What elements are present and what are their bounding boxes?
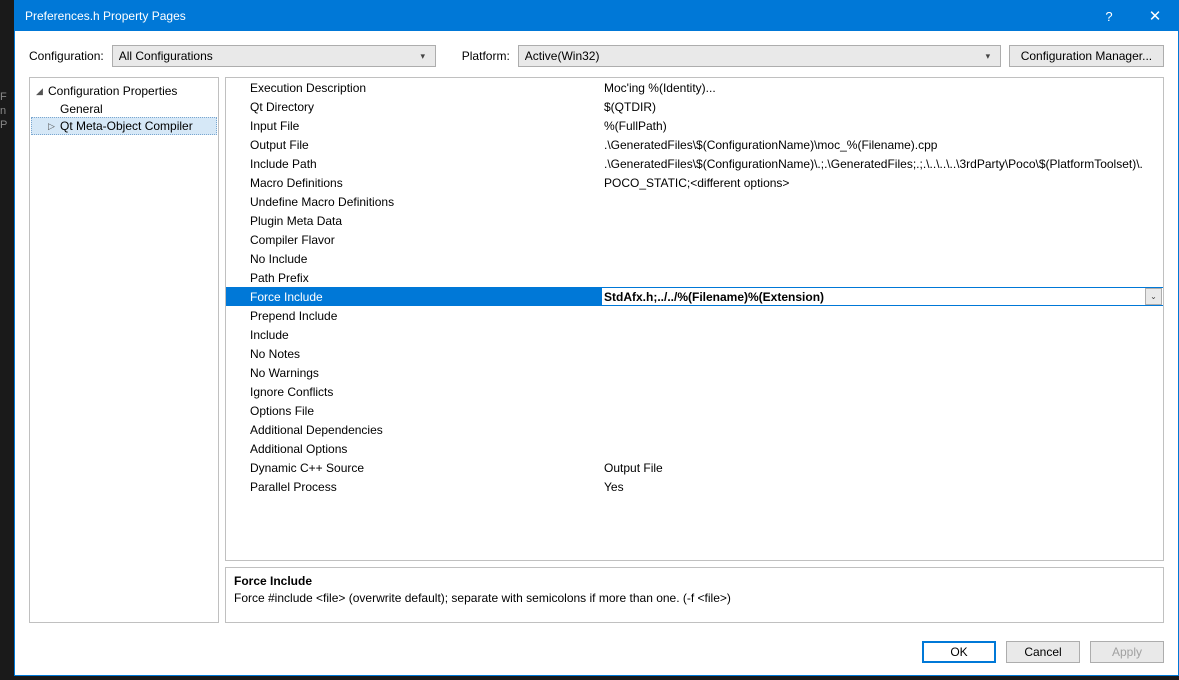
tree-item-qt-moc[interactable]: ▷ Qt Meta-Object Compiler	[31, 117, 217, 135]
property-row[interactable]: Prepend Include	[226, 306, 1163, 325]
property-row[interactable]: Undefine Macro Definitions	[226, 192, 1163, 211]
property-row[interactable]: Parallel ProcessYes	[226, 477, 1163, 496]
expand-icon: ▷	[48, 121, 60, 132]
property-label: Dynamic C++ Source	[226, 461, 602, 475]
property-label: Parallel Process	[226, 480, 602, 494]
property-label: Plugin Meta Data	[226, 214, 602, 228]
button-row: OK Cancel Apply	[15, 633, 1178, 675]
property-row[interactable]: Include Path.\GeneratedFiles\$(Configura…	[226, 154, 1163, 173]
property-label: Include	[226, 328, 602, 342]
property-row[interactable]: Additional Options	[226, 439, 1163, 458]
property-value[interactable]: $(QTDIR)	[602, 100, 1163, 114]
property-label: Compiler Flavor	[226, 233, 602, 247]
platform-label: Platform:	[462, 49, 510, 63]
property-value[interactable]: Output File	[602, 461, 1163, 475]
property-label: No Notes	[226, 347, 602, 361]
property-row[interactable]: Compiler Flavor	[226, 230, 1163, 249]
apply-button[interactable]: Apply	[1090, 641, 1164, 663]
property-label: Ignore Conflicts	[226, 385, 602, 399]
configuration-label: Configuration:	[29, 49, 104, 63]
property-row[interactable]: Path Prefix	[226, 268, 1163, 287]
description-panel: Force Include Force #include <file> (ove…	[225, 567, 1164, 623]
property-row[interactable]: Ignore Conflicts	[226, 382, 1163, 401]
window-title: Preferences.h Property Pages	[25, 9, 1086, 23]
property-label: Input File	[226, 119, 602, 133]
property-label: Path Prefix	[226, 271, 602, 285]
property-value[interactable]: .\GeneratedFiles\$(ConfigurationName)\.;…	[602, 157, 1163, 171]
ok-button[interactable]: OK	[922, 641, 996, 663]
property-row[interactable]: Dynamic C++ SourceOutput File	[226, 458, 1163, 477]
property-value[interactable]: StdAfx.h;../../%(Filename)%(Extension)⌄	[602, 288, 1163, 305]
collapse-icon: ◢	[36, 86, 48, 97]
chevron-down-icon: ▾	[980, 51, 996, 62]
platform-combo[interactable]: Active(Win32) ▾	[518, 45, 1001, 67]
property-value[interactable]: POCO_STATIC;<different options>	[602, 176, 1163, 190]
property-row[interactable]: Additional Dependencies	[226, 420, 1163, 439]
tree-item-general[interactable]: General	[32, 100, 216, 118]
property-label: Options File	[226, 404, 602, 418]
background-fragment: FnP	[0, 90, 10, 132]
property-label: Qt Directory	[226, 100, 602, 114]
property-label: Macro Definitions	[226, 176, 602, 190]
description-text: Force #include <file> (overwrite default…	[234, 591, 1155, 605]
chevron-down-icon: ▾	[415, 51, 431, 62]
property-row[interactable]: No Warnings	[226, 363, 1163, 382]
property-row[interactable]: Plugin Meta Data	[226, 211, 1163, 230]
property-label: Undefine Macro Definitions	[226, 195, 602, 209]
property-row[interactable]: Output File.\GeneratedFiles\$(Configurat…	[226, 135, 1163, 154]
configuration-combo[interactable]: All Configurations ▾	[112, 45, 436, 67]
help-icon: ?	[1105, 9, 1112, 24]
help-button[interactable]: ?	[1086, 1, 1132, 31]
property-label: Additional Options	[226, 442, 602, 456]
property-label: Include Path	[226, 157, 602, 171]
property-row[interactable]: Include	[226, 325, 1163, 344]
configuration-manager-button[interactable]: Configuration Manager...	[1009, 45, 1164, 67]
property-label: Prepend Include	[226, 309, 602, 323]
property-label: Force Include	[226, 290, 602, 304]
cancel-button[interactable]: Cancel	[1006, 641, 1080, 663]
property-label: Additional Dependencies	[226, 423, 602, 437]
property-value[interactable]: Moc'ing %(Identity)...	[602, 81, 1163, 95]
body-area: ◢ Configuration Properties General ▷ Qt …	[15, 77, 1178, 633]
description-title: Force Include	[234, 574, 1155, 588]
toolbar: Configuration: All Configurations ▾ Plat…	[15, 31, 1178, 77]
close-icon: ✕	[1149, 7, 1162, 25]
right-panel: Execution DescriptionMoc'ing %(Identity)…	[225, 77, 1164, 623]
property-row[interactable]: Force IncludeStdAfx.h;../../%(Filename)%…	[226, 287, 1163, 306]
property-pages-dialog: Preferences.h Property Pages ? ✕ Configu…	[14, 0, 1179, 676]
property-row[interactable]: Input File%(FullPath)	[226, 116, 1163, 135]
property-row[interactable]: Macro DefinitionsPOCO_STATIC;<different …	[226, 173, 1163, 192]
configuration-value: All Configurations	[119, 49, 415, 63]
property-grid: Execution DescriptionMoc'ing %(Identity)…	[225, 77, 1164, 561]
tree-panel: ◢ Configuration Properties General ▷ Qt …	[29, 77, 219, 623]
property-row[interactable]: Execution DescriptionMoc'ing %(Identity)…	[226, 78, 1163, 97]
close-button[interactable]: ✕	[1132, 1, 1178, 31]
property-row[interactable]: No Notes	[226, 344, 1163, 363]
platform-value: Active(Win32)	[525, 49, 980, 63]
property-row[interactable]: Options File	[226, 401, 1163, 420]
property-value[interactable]: .\GeneratedFiles\$(ConfigurationName)\mo…	[602, 138, 1163, 152]
property-row[interactable]: Qt Directory$(QTDIR)	[226, 97, 1163, 116]
property-value[interactable]: Yes	[602, 480, 1163, 494]
property-value[interactable]: %(FullPath)	[602, 119, 1163, 133]
property-label: Execution Description	[226, 81, 602, 95]
property-row[interactable]: No Include	[226, 249, 1163, 268]
property-label: No Warnings	[226, 366, 602, 380]
property-label: No Include	[226, 252, 602, 266]
chevron-down-icon[interactable]: ⌄	[1145, 288, 1162, 305]
tree-root-configuration-properties[interactable]: ◢ Configuration Properties	[32, 82, 216, 100]
property-label: Output File	[226, 138, 602, 152]
titlebar: Preferences.h Property Pages ? ✕	[15, 1, 1178, 31]
